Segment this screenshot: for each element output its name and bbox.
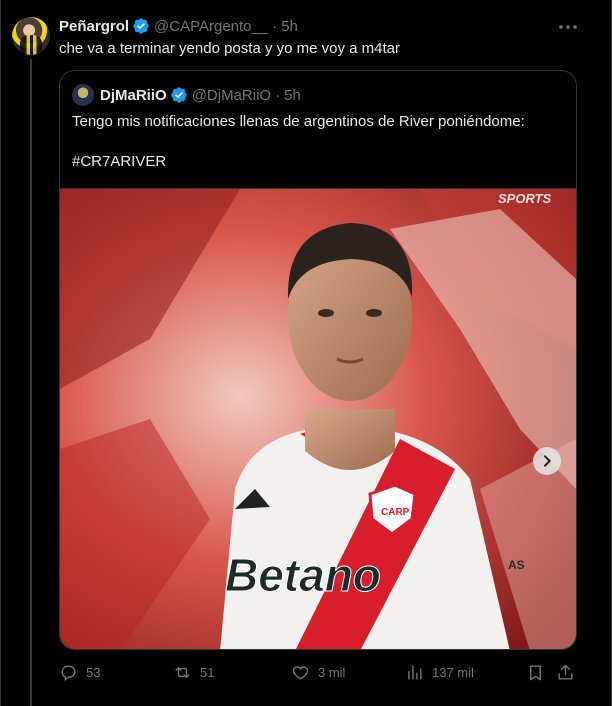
like-count: 3 mil [318, 664, 346, 680]
quoted-tweet-header: DjMaRiiO @DjMaRiiO · 5h [72, 84, 301, 106]
svg-text:AS: AS [508, 558, 525, 572]
repost-count: 51 [200, 664, 215, 680]
more-options-icon[interactable] [556, 15, 580, 39]
tweet-time[interactable]: 5h [281, 18, 298, 35]
quoted-tweet-hashtag[interactable]: #CR7ARIVER [72, 152, 166, 172]
quoted-author-name[interactable]: DjMaRiiO [100, 87, 167, 104]
quoted-tweet-text: Tengo mis notificaciones llenas de argen… [72, 113, 525, 130]
separator-dot: · [275, 86, 281, 104]
bookmark-button[interactable] [526, 660, 553, 684]
reply-icon [61, 664, 76, 681]
author-name[interactable]: Peñargrol [59, 18, 129, 35]
verified-badge-icon [133, 18, 149, 34]
quoted-tweet-time[interactable]: 5h [284, 87, 301, 104]
repost-icon [175, 666, 190, 678]
sports-watermark: SPORTS [498, 191, 552, 206]
tweet-text: che va a terminar yendo posta y yo me vo… [59, 40, 400, 57]
share-icon [558, 664, 573, 680]
thread-line [30, 59, 32, 706]
betano-sponsor: Betano [225, 549, 381, 601]
author-avatar[interactable] [12, 17, 50, 55]
views-chart-icon [408, 664, 422, 680]
repost-button[interactable]: 51 [173, 660, 214, 684]
tweet-header: Peñargrol @CAPArgento__ · 5h [59, 16, 298, 36]
views-button[interactable]: 137 mil [405, 660, 474, 684]
heart-icon [292, 665, 309, 680]
tweet-container: Peñargrol @CAPArgento__ · 5h che va a te… [0, 0, 612, 706]
views-count: 137 mil [432, 664, 474, 680]
quoted-tweet-image[interactable]: SPORTS CARP Betano AS [60, 188, 576, 649]
like-button[interactable]: 3 mil [291, 660, 345, 684]
chevron-right-icon [544, 455, 552, 467]
author-handle[interactable]: @CAPArgento__ [154, 18, 268, 35]
quoted-author-handle[interactable]: @DjMaRiiO [192, 87, 271, 104]
bookmark-icon [530, 664, 541, 680]
quoted-author-avatar[interactable] [72, 84, 94, 106]
verified-badge-icon [171, 87, 187, 103]
svg-text:SPORTS: SPORTS [498, 191, 552, 206]
reply-button[interactable]: 53 [59, 660, 100, 684]
action-bar: 53 51 3 mil 137 mil [59, 660, 577, 684]
carousel-next-button[interactable] [533, 447, 561, 475]
separator-dot: · [272, 17, 278, 35]
reply-count: 53 [86, 664, 101, 680]
quoted-tweet[interactable]: DjMaRiiO @DjMaRiiO · 5h Tengo mis notifi… [59, 70, 577, 650]
player-photo: SPORTS CARP Betano AS [60, 189, 576, 649]
share-button[interactable] [556, 660, 583, 684]
svg-text:CARP: CARP [381, 507, 410, 518]
